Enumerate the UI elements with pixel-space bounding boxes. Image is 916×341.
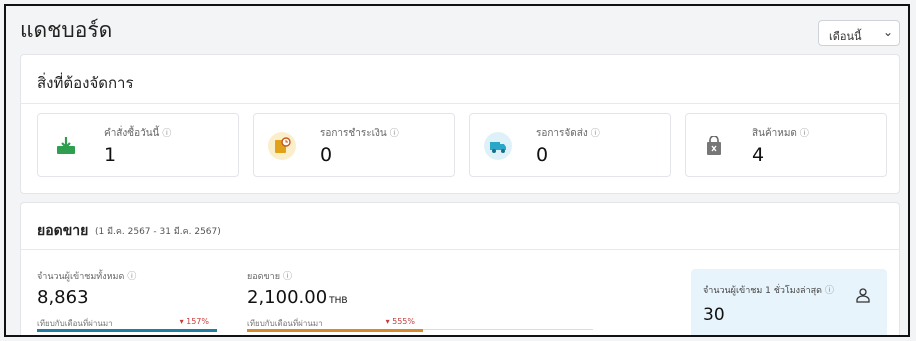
dashboard-frame: แดชบอร์ด เดือนนี้ ⌄ สิ่งที่ต้องจัดการ คำ…: [4, 4, 910, 337]
metric-value: 2,100.00 THB: [247, 287, 348, 308]
help-icon: ⓘ: [389, 129, 399, 139]
todo-tile-label: คำสั่งซื้อวันนี้ ⓘ: [104, 128, 172, 139]
todo-tile-orders-today[interactable]: คำสั่งซื้อวันนี้ ⓘ 1: [37, 113, 239, 177]
metric-compare-label: เทียบกับเดือนที่ผ่านมา: [37, 319, 113, 328]
todo-tile-label: รอการจัดส่ง ⓘ: [536, 128, 600, 139]
online-visitors-label: จำนวนผู้เข้าชม 1 ชั่วโมงล่าสุด ⓘ: [703, 286, 834, 296]
help-icon: ⓘ: [590, 129, 600, 139]
metric-underline: [247, 329, 423, 332]
period-select[interactable]: เดือนนี้ ⌄: [818, 20, 900, 46]
metric-label: ยอดขาย ⓘ: [247, 272, 293, 282]
metric-underline: [37, 329, 217, 332]
sales-card: ยอดขาย (1 มี.ค. 2567 - 31 มี.ค. 2567) จำ…: [20, 202, 900, 335]
metric-value: 8,863: [37, 287, 89, 308]
delivery-truck-icon: [484, 132, 512, 160]
sales-divider: [21, 249, 899, 250]
help-icon: ⓘ: [283, 272, 293, 282]
metric-total-visitors: จำนวนผู้เข้าชมทั้งหมด ⓘ 8,863 เทียบกับเดื…: [37, 269, 217, 332]
todo-tile-value: 1: [104, 144, 117, 166]
todo-card: สิ่งที่ต้องจัดการ คำสั่งซื้อวันนี้ ⓘ 1 รอ…: [20, 54, 900, 194]
sales-date-range: (1 มี.ค. 2567 - 31 มี.ค. 2567): [95, 227, 221, 237]
todo-tile-label: รอการชำระเงิน ⓘ: [320, 128, 399, 139]
online-visitors-panel: จำนวนผู้เข้าชม 1 ชั่วโมงล่าสุด ⓘ 30: [691, 269, 887, 335]
todo-tile-value: 4: [752, 144, 765, 166]
help-icon: ⓘ: [162, 129, 172, 139]
empty-box-icon: [700, 132, 728, 160]
todo-divider: [21, 103, 899, 104]
metric-compare-label: เทียบกับเดือนที่ผ่านมา: [247, 319, 323, 328]
chevron-down-icon: ⌄: [882, 25, 893, 39]
metric-change: ▾ 555%: [385, 317, 415, 326]
online-visitors-value: 30: [703, 305, 725, 325]
metric-label: จำนวนผู้เข้าชมทั้งหมด ⓘ: [37, 272, 137, 282]
todo-tile-out-of-stock[interactable]: สินค้าหมด ⓘ 4: [685, 113, 887, 177]
user-icon: [856, 288, 870, 303]
help-icon: ⓘ: [799, 129, 809, 139]
payment-pending-icon: [268, 132, 296, 160]
todo-tile-pending-shipment[interactable]: รอการจัดส่ง ⓘ 0: [469, 113, 671, 177]
inbox-download-icon: [52, 132, 80, 160]
help-icon: ⓘ: [824, 286, 834, 296]
todo-tile-pending-payment[interactable]: รอการชำระเงิน ⓘ 0: [253, 113, 455, 177]
todo-tile-value: 0: [536, 144, 549, 166]
help-icon: ⓘ: [127, 272, 137, 282]
todo-tile-value: 0: [320, 144, 333, 166]
metric-track: [423, 329, 593, 330]
todo-tile-label: สินค้าหมด ⓘ: [752, 128, 809, 139]
page-title: แดชบอร์ด: [20, 18, 113, 42]
metric-change: ▾ 157%: [179, 317, 209, 326]
metric-sales: ยอดขาย ⓘ 2,100.00 THB เทียบกับเดือนที่ผ่าน…: [247, 269, 593, 332]
todo-heading: สิ่งที่ต้องจัดการ: [37, 74, 134, 92]
sales-heading: ยอดขาย: [37, 223, 89, 239]
period-select-value: เดือนนี้: [829, 30, 862, 43]
